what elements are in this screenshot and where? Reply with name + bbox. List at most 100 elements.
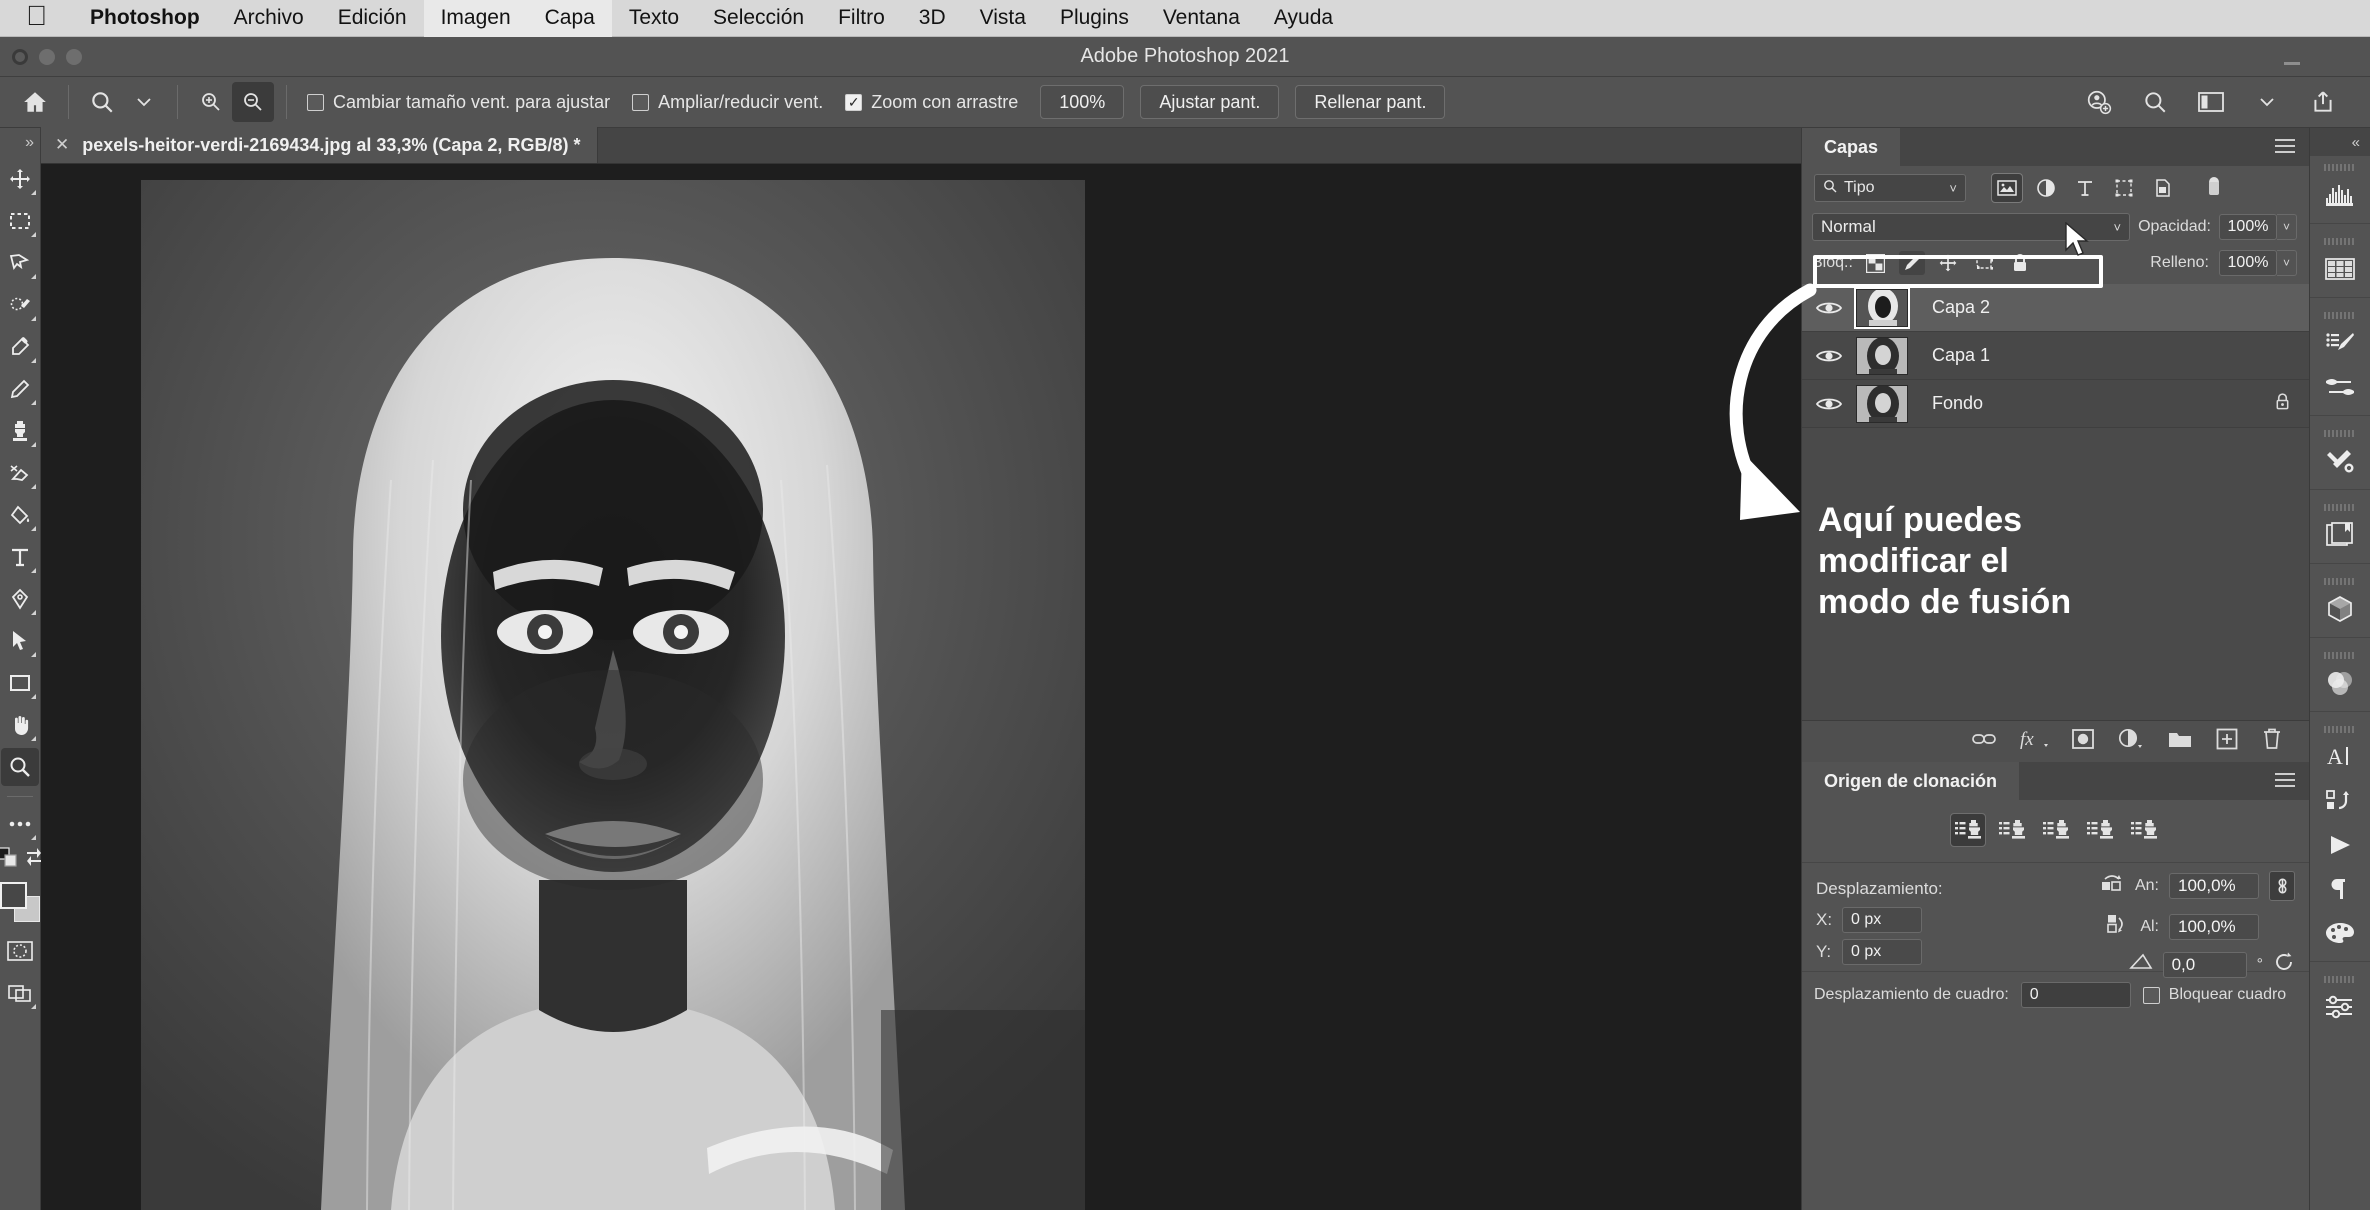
lasso-tool[interactable] (1, 244, 39, 282)
zoom-tool[interactable] (1, 748, 39, 786)
checkbox-box[interactable] (632, 93, 650, 111)
checkbox-resize-window-to-fit[interactable]: Cambiar tamaño vent. para ajustar (307, 92, 610, 113)
chevron-down-icon[interactable] (2246, 82, 2288, 122)
filter-toggle-icon[interactable] (2199, 174, 2229, 202)
layer-style-fx-icon[interactable]: fx (2019, 727, 2049, 756)
paragraph-icon[interactable] (2314, 867, 2366, 911)
opacity-value[interactable]: 100% (2219, 214, 2277, 240)
screen-mode-icon[interactable] (1, 974, 39, 1012)
clone-source-5[interactable] (2127, 814, 2161, 846)
adjustment-layers-icon[interactable] (2031, 174, 2061, 202)
layer-thumbnail[interactable] (1856, 336, 1908, 375)
menu-item-ayuda[interactable]: Ayuda (1257, 6, 1350, 30)
menu-item-photoshop[interactable]: Photoshop (73, 6, 217, 30)
zoom-100-button[interactable]: 100% (1040, 85, 1125, 119)
workspace-icon[interactable] (2190, 82, 2232, 122)
foreground-color-swatch[interactable] (0, 882, 27, 909)
table-row[interactable]: Fondo (1802, 380, 2309, 428)
adjustment-layer-icon[interactable] (2117, 727, 2145, 756)
pixel-layers-icon[interactable] (1991, 173, 2023, 203)
new-layer-icon[interactable] (2215, 728, 2239, 755)
zoom-out-icon[interactable] (232, 82, 274, 122)
tab-origen-de-clonacion[interactable]: Origen de clonación (1802, 762, 2020, 800)
clone-source-2[interactable] (1995, 814, 2029, 846)
histogram-icon[interactable] (2314, 173, 2366, 217)
layer-thumbnail[interactable] (1856, 384, 1908, 423)
table-row[interactable]: Capa 1 (1802, 332, 2309, 380)
quick-selection-tool[interactable] (1, 286, 39, 324)
edit-toolbar-tool[interactable] (1, 805, 39, 843)
fill-screen-button[interactable]: Rellenar pant. (1295, 85, 1446, 119)
fit-screen-button[interactable]: Ajustar pant. (1140, 85, 1280, 119)
layer-visibility-toggle[interactable] (1802, 299, 1856, 317)
checkbox-scrubby-zoom[interactable]: ✓ Zoom con arrastre (845, 92, 1018, 113)
panel-menu-icon[interactable] (2275, 139, 2295, 157)
panel-grip[interactable] (2324, 504, 2356, 511)
libraries-icon[interactable] (2314, 513, 2366, 557)
blend-mode-select[interactable]: Normal ˅ (1812, 213, 2131, 241)
chevron-down-icon[interactable]: ˅ (1949, 181, 1957, 196)
minimize-window-button[interactable] (39, 49, 55, 65)
checkbox-box[interactable]: ✓ (845, 93, 863, 111)
chevron-down-icon[interactable] (123, 82, 165, 122)
panel-grip[interactable] (2324, 164, 2356, 171)
properties-sliders-icon[interactable] (2314, 985, 2366, 1029)
type-layers-icon[interactable] (2070, 174, 2100, 202)
pencil-tool[interactable] (1, 370, 39, 408)
rectangle-tool[interactable] (1, 664, 39, 702)
clone-stamp-tool[interactable] (1, 412, 39, 450)
document-image[interactable] (141, 180, 1085, 1210)
color-swatches[interactable] (0, 882, 40, 922)
hand-tool[interactable] (1, 706, 39, 744)
rectangular-marquee-tool[interactable] (1, 202, 39, 240)
panel-grip[interactable] (2324, 976, 2356, 983)
lock-all-icon[interactable] (2007, 251, 2033, 275)
menu-item-archivo[interactable]: Archivo (217, 6, 321, 30)
delete-layer-icon[interactable] (2261, 727, 2283, 756)
layer-visibility-toggle[interactable] (1802, 395, 1856, 413)
checkbox-box[interactable] (307, 93, 324, 111)
panel-grip[interactable] (2324, 578, 2356, 585)
panel-grip[interactable] (2324, 312, 2356, 319)
panel-menu-icon[interactable] (2275, 773, 2295, 791)
fill-value[interactable]: 100% (2219, 250, 2277, 276)
menu-item-ventana[interactable]: Ventana (1146, 6, 1257, 30)
brush-settings-icon[interactable] (2314, 321, 2366, 365)
menu-item-plugins[interactable]: Plugins (1043, 6, 1146, 30)
lock-image-pixels-icon[interactable] (1898, 251, 1925, 275)
share-export-icon[interactable] (2302, 82, 2344, 122)
3d-cube-icon[interactable] (2314, 587, 2366, 631)
menu-item-edicion[interactable]: Edición (321, 6, 424, 30)
link-dimensions-icon[interactable] (2269, 871, 2295, 901)
close-icon[interactable]: ✕ (55, 135, 69, 155)
lock-artboard-icon[interactable] (1971, 251, 1997, 275)
timeline-play-icon[interactable] (2314, 823, 2366, 867)
close-window-button[interactable] (12, 49, 28, 65)
smart-object-icon[interactable] (2148, 174, 2178, 202)
character-icon[interactable]: A (2314, 735, 2366, 779)
home-icon[interactable] (14, 82, 56, 122)
eyedropper-tool[interactable] (1, 328, 39, 366)
shape-layers-icon[interactable] (2109, 174, 2139, 202)
panel-grip[interactable] (2324, 726, 2356, 733)
type-tool[interactable] (1, 538, 39, 576)
opacity-stepper[interactable]: ˅ (2277, 214, 2297, 240)
link-layers-icon[interactable] (1971, 729, 1997, 754)
chevron-down-icon[interactable]: ˅ (2113, 220, 2121, 235)
brushes-icon[interactable] (2314, 365, 2366, 409)
zoom-tool-icon[interactable] (81, 82, 123, 122)
layer-filter-type-select[interactable]: Tipo ˅ (1814, 174, 1966, 202)
maximize-window-button[interactable] (66, 49, 82, 65)
lock-position-icon[interactable] (1935, 251, 1961, 275)
add-mask-icon[interactable] (2071, 728, 2095, 755)
clone-source-4[interactable] (2083, 814, 2117, 846)
menu-item-3d[interactable]: 3D (902, 6, 963, 30)
path-selection-tool[interactable] (1, 622, 39, 660)
document-tab[interactable]: ✕ pexels-heitor-verdi-2169434.jpg al 33,… (41, 127, 599, 163)
menu-item-texto[interactable]: Texto (612, 6, 696, 30)
menu-item-capa[interactable]: Capa (527, 0, 612, 37)
offset-y-field[interactable]: 0 px (1842, 939, 1922, 965)
panel-grip[interactable] (2324, 430, 2356, 437)
checkbox-zoom-all-windows[interactable]: Ampliar/reducir vent. (632, 92, 823, 113)
collapse-panels-icon[interactable]: « (2310, 128, 2370, 156)
